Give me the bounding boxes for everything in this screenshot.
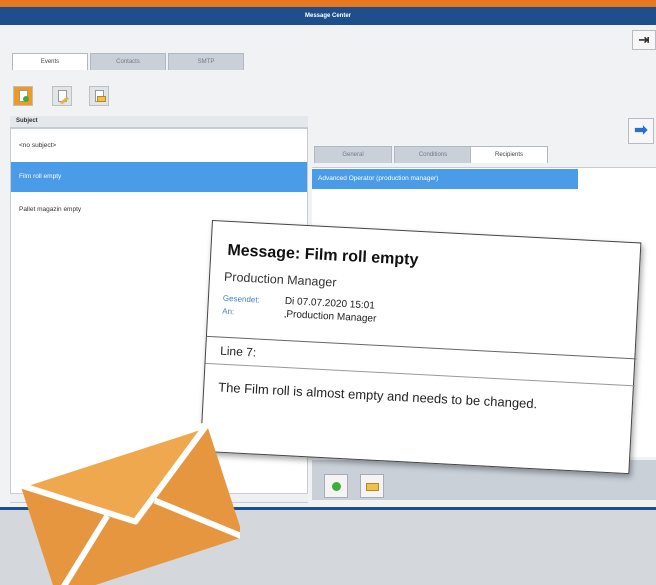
recipient-item-selected[interactable]: Advanced Operator (production manager) xyxy=(312,169,578,189)
open-folder-button[interactable] xyxy=(89,86,109,106)
email-preview-card: Message: Film roll empty Production Mana… xyxy=(199,220,642,475)
tab-recipients[interactable]: Recipients xyxy=(470,146,548,163)
email-line-ref: Line 7: xyxy=(219,343,257,360)
add-icon xyxy=(23,96,29,102)
folder-icon xyxy=(366,483,379,491)
email-title: Message: Film roll empty xyxy=(226,241,419,269)
exit-button[interactable]: ⇥ xyxy=(632,30,656,50)
add-recipient-icon xyxy=(332,482,341,491)
open-folder-icon xyxy=(97,96,106,102)
envelope-icon xyxy=(17,421,240,585)
tab-contacts[interactable]: Contacts xyxy=(90,53,166,70)
email-divider xyxy=(206,335,637,360)
to-label: An: xyxy=(222,306,235,317)
forward-button[interactable]: ➡ xyxy=(628,118,654,144)
tab-general[interactable]: General xyxy=(314,146,392,163)
tab-conditions[interactable]: Conditions xyxy=(394,146,472,163)
arrow-right-icon: ➡ xyxy=(634,122,648,139)
edit-message-button[interactable] xyxy=(52,86,72,106)
email-sender: Production Manager xyxy=(223,269,337,290)
new-message-button[interactable] xyxy=(13,86,33,106)
window-title-bar: Message Center xyxy=(0,7,656,25)
to-value: ‚Production Manager xyxy=(283,308,377,325)
top-accent-bar xyxy=(0,0,656,7)
add-recipient-button[interactable] xyxy=(324,474,348,498)
tab-events[interactable]: Events xyxy=(12,53,88,70)
list-item[interactable]: Pallet magazin empty xyxy=(11,195,307,225)
exit-icon: ⇥ xyxy=(638,32,650,47)
list-item[interactable]: <no subject> xyxy=(11,131,307,161)
sent-label: Gesendet: xyxy=(222,293,261,305)
open-recipient-button[interactable] xyxy=(360,474,384,498)
subject-column-header[interactable]: Subject xyxy=(10,116,308,128)
list-item-selected[interactable]: Film roll empty xyxy=(11,162,307,192)
tab-smtp[interactable]: SMTP xyxy=(168,53,244,70)
email-body: The Film roll is almost empty and needs … xyxy=(217,379,538,412)
window-title: Message Center xyxy=(304,13,352,19)
